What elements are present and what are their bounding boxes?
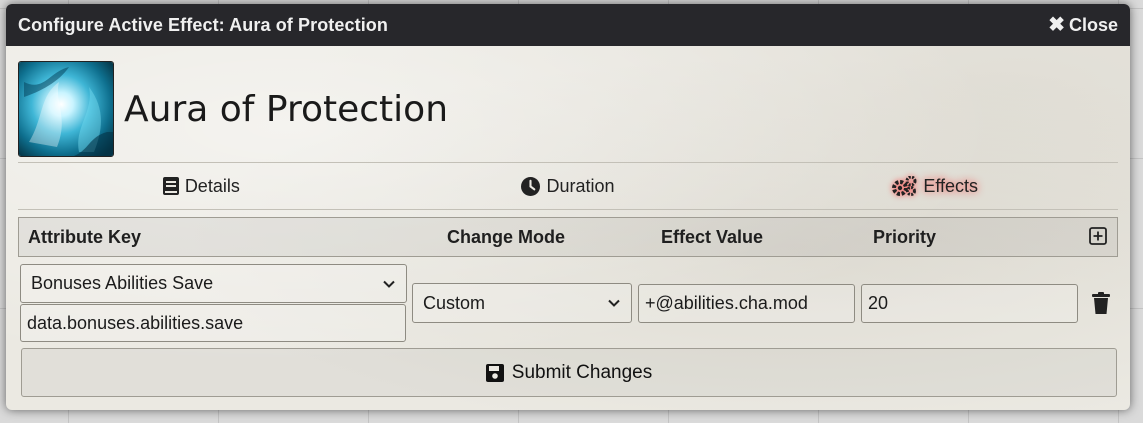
window-titlebar[interactable]: Configure Active Effect: Aura of Protect… [6,4,1130,46]
close-label: Close [1068,14,1118,35]
add-change-icon[interactable] [1089,227,1107,245]
header-effect-value: Effect Value [661,227,764,247]
active-effect-config-window: Configure Active Effect: Aura of Protect… [6,4,1130,410]
header-attribute-key: Attribute Key [28,227,142,247]
tab-duration[interactable]: Duration [385,176,752,197]
effect-value-input-value: +@abilities.cha.mod [645,293,808,313]
clock-icon [521,176,541,196]
effect-image[interactable] [18,61,114,157]
tab-label: Duration [546,175,615,196]
trash-icon[interactable] [1091,292,1111,314]
window-title: Configure Active Effect: Aura of Protect… [18,14,388,35]
attribute-key-input[interactable]: data.bonuses.abilities.save [20,304,406,342]
change-mode-select-value: Custom [423,292,486,313]
attribute-key-select[interactable]: Bonuses Abilities Save [20,264,407,303]
effect-value-input[interactable]: +@abilities.cha.mod [638,284,855,323]
book-icon [162,177,179,195]
cogs-icon [892,176,917,196]
change-mode-select[interactable]: Custom [412,283,632,323]
change-row: Bonuses Abilities Save data.bonuses.abil… [18,257,1118,342]
priority-input-value: 20 [868,293,889,313]
header-priority: Priority [873,227,937,247]
chevron-down-icon [608,299,620,307]
tab-effects[interactable]: Effects [751,176,1118,197]
save-icon [485,363,504,382]
submit-label: Submit Changes [511,361,653,383]
tab-label: Details [184,175,240,196]
close-icon: ✖ [1048,14,1065,36]
chevron-down-icon [383,280,395,288]
sheet-tabs: Details Duration Effects [18,163,1118,210]
changes-header: Attribute Key Change Mode Effect Value P… [18,217,1118,257]
priority-input[interactable]: 20 [861,284,1078,323]
close-button[interactable]: ✖ Close [1048,15,1118,36]
header-change-mode: Change Mode [447,227,566,247]
tab-label: Effects [923,175,979,196]
attribute-key-select-value: Bonuses Abilities Save [31,273,214,293]
effect-header: Aura of Protection [18,60,1118,158]
attribute-key-input-value: data.bonuses.abilities.save [27,312,244,333]
tab-details[interactable]: Details [18,176,385,197]
effect-name: Aura of Protection [124,88,449,130]
submit-changes-button[interactable]: Submit Changes [21,348,1117,397]
